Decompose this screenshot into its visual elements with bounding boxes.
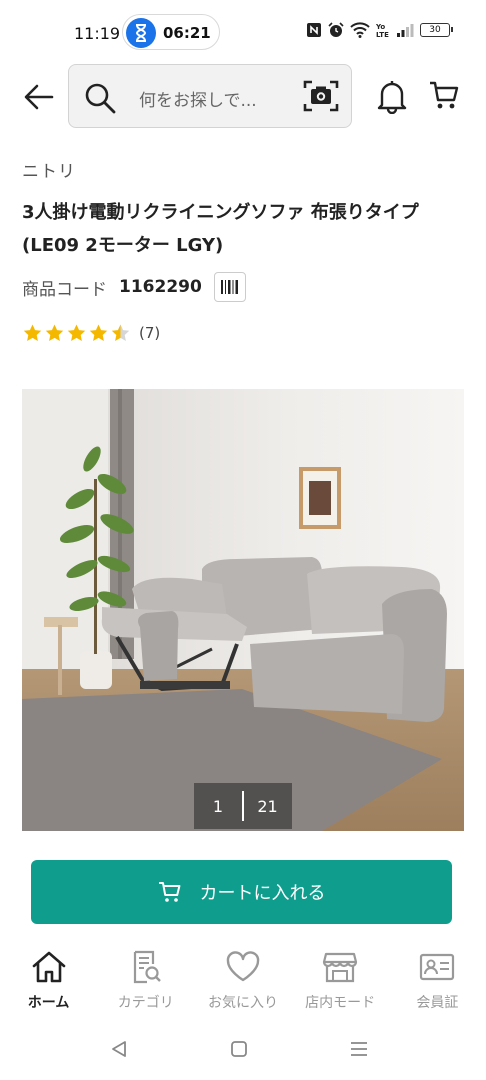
- search-box[interactable]: 何をお探しで...: [68, 64, 352, 128]
- back-button[interactable]: [20, 78, 58, 116]
- battery-icon: 30: [420, 23, 453, 37]
- nav-item-home[interactable]: ホーム: [0, 940, 97, 1020]
- nav-label-category: カテゴリ: [117, 995, 174, 1011]
- system-menu-icon[interactable]: [350, 1040, 368, 1062]
- volte-icon: Yo LTE: [376, 22, 390, 38]
- star-icon: [67, 324, 86, 341]
- system-back-icon[interactable]: [110, 1040, 128, 1062]
- svg-text:LTE: LTE: [376, 31, 389, 38]
- cart-icon: [158, 881, 182, 903]
- heart-icon: [226, 951, 260, 982]
- image-counter-current: 1: [212, 796, 224, 816]
- search-icon: [83, 81, 117, 119]
- star-icon: [23, 324, 42, 341]
- svg-text:Yo: Yo: [376, 23, 385, 31]
- product-code-row: 商品コード 1162290: [22, 272, 246, 302]
- product-title: 3人掛け電動リクライニングソファ 布張りタイプ (LE09 2モーター LGY): [22, 202, 419, 256]
- timer-text: 06:21: [163, 24, 211, 42]
- bottom-nav: ホーム カテゴリ お気に入り 店内モード 会員証: [0, 940, 486, 1020]
- wifi-icon: [350, 22, 370, 38]
- alarm-icon: [328, 22, 344, 38]
- product-image[interactable]: 1 21: [22, 389, 464, 831]
- back-arrow-icon: [24, 84, 54, 110]
- nfc-icon: [306, 22, 322, 38]
- star-rating: [22, 323, 131, 343]
- star-icon: [111, 324, 130, 341]
- product-code-value: 1162290: [119, 277, 202, 297]
- product-code-label: 商品コード: [22, 279, 107, 300]
- nav-item-member-card[interactable]: 会員証: [389, 940, 486, 1020]
- nav-item-favorites[interactable]: お気に入り: [194, 940, 291, 1020]
- home-icon: [32, 951, 65, 983]
- add-to-cart-label: カートに入れる: [199, 883, 326, 904]
- nav-item-category[interactable]: カテゴリ: [97, 940, 194, 1020]
- image-counter: 1 21: [194, 783, 292, 829]
- review-count: (7): [139, 324, 161, 342]
- sofa-photo-illustration: [22, 389, 464, 831]
- store-icon: [323, 952, 358, 983]
- category-search-icon: [133, 950, 161, 984]
- system-navigation-bar: [0, 1022, 486, 1080]
- header: 何をお探しで...: [0, 64, 486, 130]
- brand-name[interactable]: ニトリ: [22, 157, 76, 182]
- nav-label-member-card: 会員証: [416, 995, 459, 1011]
- hourglass-icon: [126, 18, 156, 48]
- star-icon: [89, 324, 108, 341]
- search-placeholder: 何をお探しで...: [139, 91, 257, 111]
- timer-pill[interactable]: 06:21: [122, 14, 220, 50]
- cart-icon[interactable]: [428, 80, 460, 116]
- star-icon: [45, 324, 64, 341]
- signal-icon: [396, 23, 414, 37]
- camera-icon[interactable]: [303, 79, 339, 117]
- system-home-icon[interactable]: [230, 1040, 248, 1062]
- nav-label-store-mode: 店内モード: [305, 995, 376, 1011]
- status-bar: 11:19 06:21 Yo LTE 30: [0, 0, 486, 64]
- bell-icon[interactable]: [376, 78, 408, 118]
- status-icons: Yo LTE 30: [306, 22, 453, 38]
- rating-row[interactable]: (7): [22, 323, 160, 343]
- image-counter-total: 21: [257, 796, 278, 816]
- status-time: 11:19: [74, 24, 121, 43]
- nav-label-home: ホーム: [27, 995, 70, 1011]
- add-to-cart-button[interactable]: カートに入れる: [31, 860, 452, 924]
- nav-label-favorites: お気に入り: [207, 995, 278, 1011]
- member-card-icon: [420, 953, 455, 981]
- barcode-icon[interactable]: [213, 272, 246, 302]
- nav-item-store-mode[interactable]: 店内モード: [292, 940, 389, 1020]
